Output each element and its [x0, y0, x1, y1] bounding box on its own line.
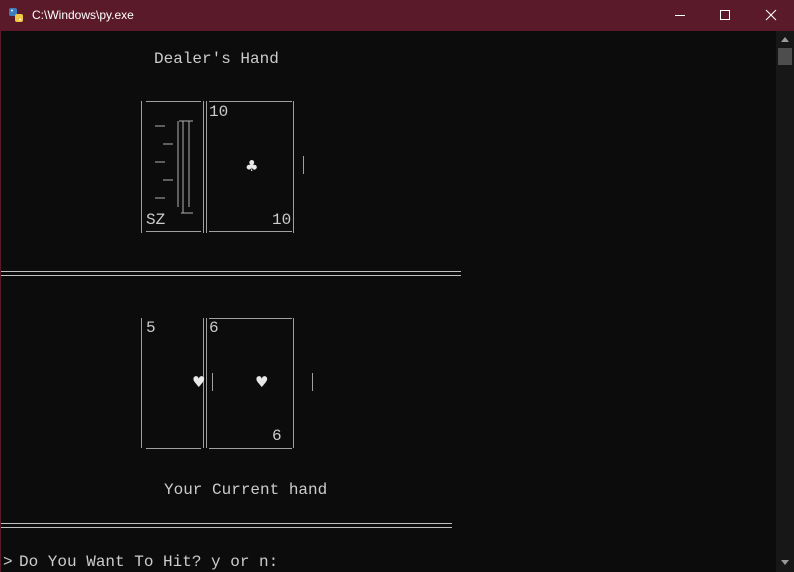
- window-title: C:\Windows\py.exe: [32, 8, 134, 22]
- card-bottom-border: [209, 448, 292, 449]
- card-right-border: [293, 101, 294, 233]
- clubs-icon: ♣: [245, 157, 259, 175]
- card-edge-mark: [212, 373, 213, 391]
- card-left-border: [206, 101, 207, 233]
- hearts-icon: ♥: [192, 373, 206, 391]
- scroll-thumb[interactable]: [778, 48, 792, 65]
- card-left-border: [141, 101, 142, 233]
- card-top-border: [209, 101, 292, 102]
- card-rank-bottom: 6: [272, 427, 282, 445]
- card-back-pattern: [155, 120, 193, 214]
- close-icon: [765, 9, 777, 21]
- minimize-icon: [675, 15, 685, 16]
- card-right-border: [293, 318, 294, 448]
- maximize-icon: [720, 10, 730, 20]
- minimize-button[interactable]: [657, 0, 703, 31]
- card-edge-mark: [303, 156, 304, 174]
- python-icon: [8, 7, 24, 23]
- vertical-scrollbar[interactable]: [776, 31, 794, 572]
- player-hand-heading: Your Current hand: [164, 481, 328, 499]
- card-rank-top: 6: [209, 319, 219, 337]
- dealer-hand-heading: Dealer's Hand: [154, 50, 279, 68]
- card-rank-top: 10: [209, 103, 229, 121]
- card-bottom-border: [209, 231, 292, 232]
- card-left-border: [141, 318, 142, 448]
- maximize-button[interactable]: [702, 0, 748, 31]
- prompt-marker: >: [3, 553, 13, 571]
- card-top-border: [209, 318, 292, 319]
- card-bottom-border: [146, 231, 201, 232]
- card-rank-bottom: 10: [272, 211, 292, 229]
- card-top-border: [146, 101, 201, 102]
- section-divider-bottom: [1, 523, 452, 528]
- close-button[interactable]: [748, 0, 794, 31]
- card-back-corner-text: SZ: [146, 211, 166, 229]
- scroll-up-arrow-icon[interactable]: [781, 37, 789, 43]
- title-bar[interactable]: C:\Windows\py.exe: [0, 0, 794, 31]
- console-output[interactable]: Dealer's Hand SZ 10 ♣ 10 5 ♥ 6 ♥ 6 Your …: [0, 31, 777, 572]
- card-bottom-border: [146, 448, 201, 449]
- hearts-icon: ♥: [255, 373, 269, 391]
- card-left-border: [206, 318, 207, 448]
- card-edge-mark: [312, 373, 313, 391]
- hit-prompt[interactable]: Do You Want To Hit? y or n:: [19, 553, 278, 571]
- card-rank-top: 5: [146, 319, 156, 337]
- section-divider-top: [1, 271, 461, 276]
- card-right-border: [203, 101, 204, 233]
- scroll-down-arrow-icon[interactable]: [781, 560, 789, 566]
